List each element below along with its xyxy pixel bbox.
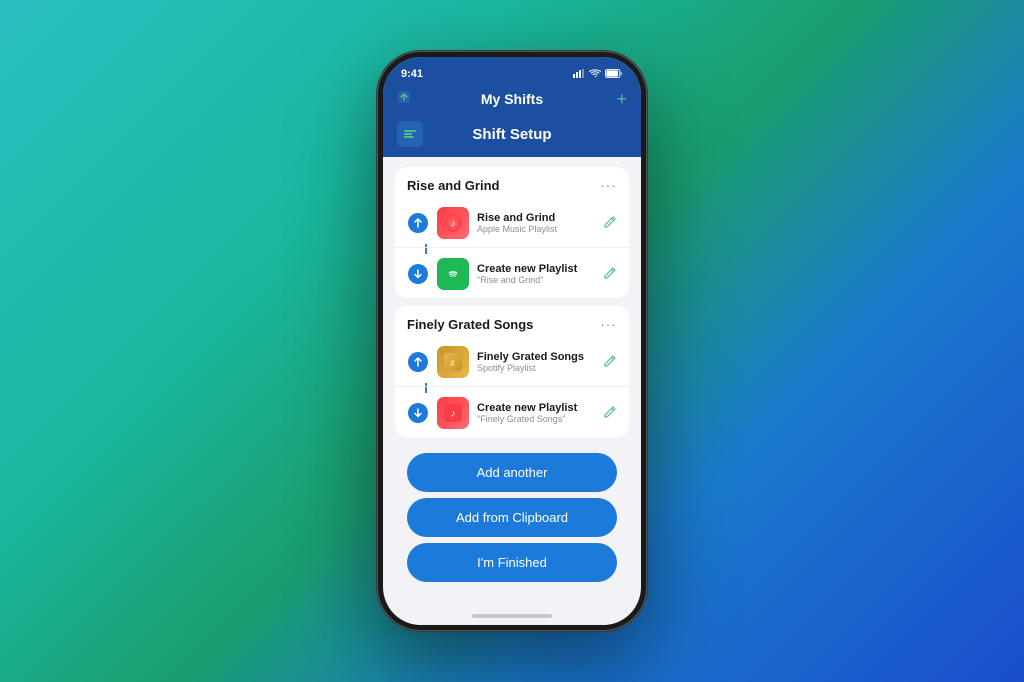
shortcut-info-1: Rise and Grind Apple Music Playlist bbox=[477, 212, 595, 234]
shortcut-connector-icon-2 bbox=[408, 352, 428, 372]
svg-text:♪: ♪ bbox=[451, 409, 456, 420]
shortcut-info-2: Create new Playlist "Rise and Grind" bbox=[477, 263, 595, 285]
shortcut-name-4: Create new Playlist bbox=[477, 402, 595, 414]
status-time: 9:41 bbox=[401, 68, 423, 80]
phone-shell: 9:41 bbox=[377, 51, 647, 631]
section-menu-2[interactable]: ··· bbox=[600, 316, 617, 332]
add-another-button[interactable]: Add another bbox=[407, 453, 617, 492]
shortcut-sub-2: "Rise and Grind" bbox=[477, 275, 595, 285]
app-header-bar: Shift Setup bbox=[383, 115, 641, 157]
down-connector-icon-2 bbox=[408, 403, 428, 423]
phone-screen: 9:41 bbox=[383, 57, 641, 625]
shortcut-info-3: Finely Grated Songs Spotify Playlist bbox=[477, 351, 595, 373]
nav-bar: My Shifts + bbox=[383, 87, 641, 115]
page-title: Shift Setup bbox=[431, 126, 593, 143]
edit-icon-2[interactable] bbox=[603, 266, 617, 283]
nav-title: My Shifts bbox=[481, 91, 543, 107]
edit-icon-1[interactable] bbox=[603, 215, 617, 232]
shortcut-name-2: Create new Playlist bbox=[477, 263, 595, 275]
svg-text:♬: ♬ bbox=[449, 358, 458, 368]
connector-4 bbox=[407, 403, 429, 423]
shortcut-sub-4: "Finely Grated Songs" bbox=[477, 414, 595, 424]
shortcut-connector-icon-1 bbox=[408, 213, 428, 233]
section-title-1: Rise and Grind bbox=[407, 178, 499, 193]
nav-back-icon[interactable] bbox=[397, 90, 411, 109]
scroll-content: Rise and Grind ··· bbox=[383, 157, 641, 607]
im-finished-button[interactable]: I'm Finished bbox=[407, 543, 617, 582]
add-from-clipboard-button[interactable]: Add from Clipboard bbox=[407, 498, 617, 537]
nav-add-icon[interactable]: + bbox=[616, 89, 627, 110]
actions-area: Add another Add from Clipboard I'm Finis… bbox=[395, 445, 629, 592]
home-bar bbox=[472, 614, 552, 618]
app-header-icon bbox=[397, 121, 423, 147]
battery-icon bbox=[605, 69, 623, 80]
shortcut-row-2: Create new Playlist "Rise and Grind" bbox=[395, 250, 629, 298]
spotify-icon-1 bbox=[437, 258, 469, 290]
shortcut-name-3: Finely Grated Songs bbox=[477, 351, 595, 363]
connector-1 bbox=[407, 213, 429, 233]
home-indicator bbox=[383, 607, 641, 625]
shortcut-row-1: ♪ Rise and Grind Apple Music Playlist bbox=[395, 199, 629, 248]
section-menu-1[interactable]: ··· bbox=[600, 177, 617, 193]
edit-icon-3[interactable] bbox=[603, 354, 617, 371]
apple-music-icon-1: ♪ bbox=[437, 207, 469, 239]
connector-2 bbox=[407, 264, 429, 284]
shortcut-row-3: ♬ Finely Grated Songs Spotify Playlist bbox=[395, 338, 629, 387]
down-connector-icon-1 bbox=[408, 264, 428, 284]
section-card-finely-grated: Finely Grated Songs ··· bbox=[395, 306, 629, 437]
shortcut-info-4: Create new Playlist "Finely Grated Songs… bbox=[477, 402, 595, 424]
section-title-2: Finely Grated Songs bbox=[407, 317, 533, 332]
section-header-2: Finely Grated Songs ··· bbox=[395, 306, 629, 338]
shortcut-sub-3: Spotify Playlist bbox=[477, 363, 595, 373]
signal-icon bbox=[573, 69, 585, 80]
shortcut-name-1: Rise and Grind bbox=[477, 212, 595, 224]
status-bar: 9:41 bbox=[383, 57, 641, 87]
finely-grated-icon: ♬ bbox=[437, 346, 469, 378]
edit-icon-4[interactable] bbox=[603, 405, 617, 422]
section-card-rise-and-grind: Rise and Grind ··· bbox=[395, 167, 629, 298]
shortcut-sub-1: Apple Music Playlist bbox=[477, 224, 595, 234]
connector-3 bbox=[407, 352, 429, 372]
section-header-1: Rise and Grind ··· bbox=[395, 167, 629, 199]
svg-text:♪: ♪ bbox=[451, 219, 456, 230]
status-icons bbox=[573, 69, 623, 80]
apple-music-icon-2: ♪ bbox=[437, 397, 469, 429]
shortcut-row-4: ♪ Create new Playlist "Finely Grated Son… bbox=[395, 389, 629, 437]
wifi-icon bbox=[589, 69, 601, 80]
